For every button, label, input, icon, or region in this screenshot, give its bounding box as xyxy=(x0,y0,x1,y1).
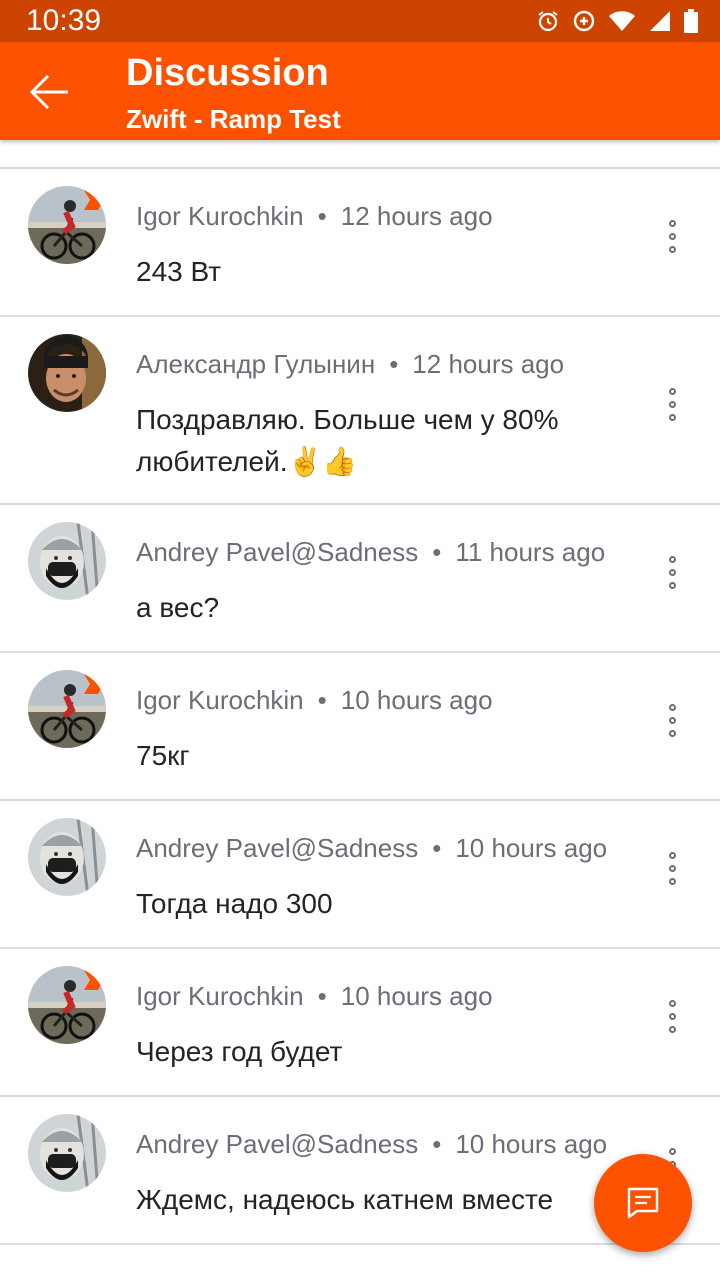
comment-text: а вес? xyxy=(136,592,220,623)
avatar[interactable] xyxy=(28,670,106,748)
comment-item: Igor Kurochkin • 12 hours ago 243 Вт xyxy=(0,169,720,317)
avatar[interactable] xyxy=(28,522,106,600)
comment-time: 10 hours ago xyxy=(340,685,493,715)
comment-item: Igor Kurochkin • 10 hours ago 75кг xyxy=(0,653,720,801)
meta-separator: • xyxy=(432,1129,442,1159)
comment-time: 10 hours ago xyxy=(455,1129,608,1159)
comment-text: Через год будет xyxy=(136,1036,343,1067)
add-comment-button[interactable] xyxy=(594,1154,692,1252)
arrow-left-icon[interactable] xyxy=(28,72,70,112)
comment-item: Andrey Pavel@Sadness • 11 hours ago а вес? xyxy=(0,505,720,653)
author-name[interactable]: Igor Kurochkin xyxy=(136,201,304,231)
author-name[interactable]: Andrey Pavel@Sadness xyxy=(136,1129,418,1159)
meta-separator: • xyxy=(317,981,327,1011)
comment-item: Александр Гулынин • 12 hours ago Поздравляю… xyxy=(0,317,720,505)
author-name[interactable]: Александр Гулынин xyxy=(136,349,375,379)
comment-icon xyxy=(627,1187,659,1219)
meta-separator: • xyxy=(317,685,327,715)
more-options-icon[interactable] xyxy=(660,220,684,264)
comment-meta: Александр Гулынин • 12 hours ago xyxy=(136,349,564,380)
masked-rider-avatar xyxy=(28,1114,106,1192)
comment-meta: Igor Kurochkin • 10 hours ago xyxy=(136,685,493,716)
meta-separator: • xyxy=(432,833,442,863)
battery-icon xyxy=(684,9,698,33)
comment-time: 12 hours ago xyxy=(340,201,493,231)
comment-time: 11 hours ago xyxy=(455,537,606,567)
avatar[interactable] xyxy=(28,966,106,1044)
comment-text: Тогда надо 300 xyxy=(136,888,333,919)
avatar[interactable] xyxy=(28,186,106,264)
comment-text: 243 Вт xyxy=(136,256,222,287)
comment-text: Ждемс, надеюсь катнем вместе xyxy=(136,1184,554,1215)
comment-time: 10 hours ago xyxy=(340,981,493,1011)
data-saver-icon xyxy=(573,10,595,32)
comment-time: 10 hours ago xyxy=(455,833,608,863)
comment-meta: Andrey Pavel@Sadness • 10 hours ago xyxy=(136,1129,607,1160)
more-options-icon[interactable] xyxy=(660,704,684,748)
meta-separator: • xyxy=(317,201,327,231)
author-name[interactable]: Andrey Pavel@Sadness xyxy=(136,833,418,863)
status-icons xyxy=(536,8,698,34)
avatar[interactable] xyxy=(28,1114,106,1192)
comment-list: Igor Kurochkin • 12 hours ago 243 Вт Алексан… xyxy=(0,140,720,1245)
comment-text: 75кг xyxy=(136,740,190,771)
comment-item: Igor Kurochkin • 10 hours ago Через год буд… xyxy=(0,949,720,1097)
avatar[interactable] xyxy=(28,818,106,896)
comment-meta: Andrey Pavel@Sadness • 11 hours ago xyxy=(136,537,605,568)
list-divider xyxy=(0,140,720,169)
comment-item: Andrey Pavel@Sadness • 10 hours ago Тогда н… xyxy=(0,801,720,949)
meta-separator: • xyxy=(389,349,399,379)
page-title: Discussion xyxy=(126,52,329,94)
meta-separator: • xyxy=(432,537,442,567)
comment-meta: Igor Kurochkin • 10 hours ago xyxy=(136,981,493,1012)
cyclist-avatar xyxy=(28,186,106,264)
avatar[interactable] xyxy=(28,334,106,412)
comment-meta: Andrey Pavel@Sadness • 10 hours ago xyxy=(136,833,607,864)
wifi-icon xyxy=(609,11,635,31)
author-name[interactable]: Igor Kurochkin xyxy=(136,685,304,715)
author-name[interactable]: Igor Kurochkin xyxy=(136,981,304,1011)
app-bar: Discussion Zwift - Ramp Test xyxy=(0,42,720,140)
more-options-icon[interactable] xyxy=(660,556,684,600)
comment-time: 12 hours ago xyxy=(412,349,565,379)
alarm-icon xyxy=(538,11,558,32)
more-options-icon[interactable] xyxy=(660,1000,684,1044)
masked-rider-avatar xyxy=(28,818,106,896)
man-portrait-avatar xyxy=(28,334,106,412)
cyclist-avatar xyxy=(28,670,106,748)
more-options-icon[interactable] xyxy=(660,388,684,432)
masked-rider-avatar xyxy=(28,522,106,600)
status-bar: 10:39 xyxy=(0,0,720,42)
comment-meta: Igor Kurochkin • 12 hours ago xyxy=(136,201,493,232)
signal-icon xyxy=(650,11,670,31)
author-name[interactable]: Andrey Pavel@Sadness xyxy=(136,537,418,567)
comment-text: Поздравляю. Больше чем у 80% любителей.✌… xyxy=(136,404,559,477)
cyclist-avatar xyxy=(28,966,106,1044)
more-options-icon[interactable] xyxy=(660,852,684,896)
status-time: 10:39 xyxy=(26,4,102,37)
page-subtitle: Zwift - Ramp Test xyxy=(126,104,341,134)
